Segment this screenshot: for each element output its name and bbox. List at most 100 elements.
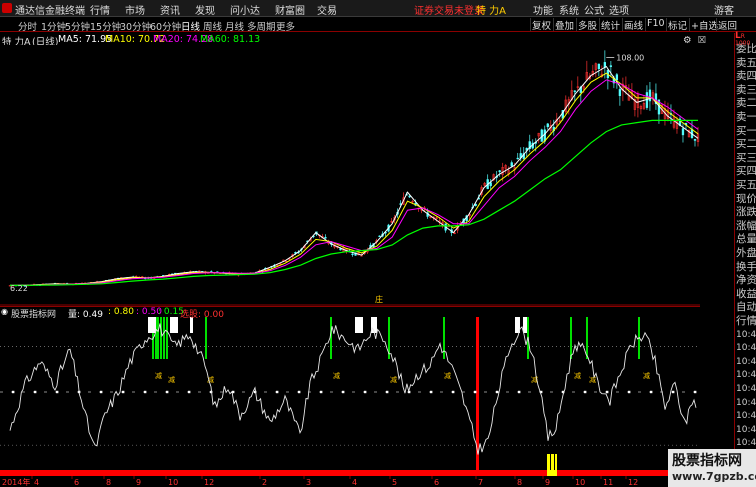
menu-options[interactable]: 选项 [609,2,629,17]
f10-button[interactable]: F10 [645,18,666,31]
panel-hint: LR 1000 [735,32,756,48]
level-dot [628,390,631,394]
low-label: 6.22 [10,284,28,293]
app-logo-icon [2,3,12,13]
buy-signal-bar [163,317,165,359]
date-tick-label: 7 [478,478,483,487]
signal-label: 减 [643,371,650,380]
tab-multi-period[interactable]: 多周期 [247,19,276,33]
level-dot [430,390,433,394]
level-dot [474,390,477,394]
signal-label: 减 [168,375,175,384]
menu-ask-xiaoda[interactable]: 问小达 [230,2,260,17]
quote-panel-item: 换手 [736,260,756,273]
buy-signal-bar [570,317,572,359]
buy-signal-bar [166,317,168,359]
menu-trade[interactable]: 交易 [317,2,337,17]
menu-market[interactable]: 市场 [125,2,145,17]
multi-stock-button[interactable]: 多股 [576,18,598,32]
menu-wealth-circle[interactable]: 财富圈 [275,2,305,17]
date-tick-label: 9 [545,478,550,487]
menu-news[interactable]: 资讯 [160,2,180,17]
draw-line-button[interactable]: 画线 [622,18,644,32]
quote-panel-item: 收益 [736,287,756,300]
signal-label: 减 [444,371,451,380]
indicator-name[interactable]: 股票指标网 [11,307,56,320]
tab-5min[interactable]: 5分钟 [65,19,90,33]
candle-body [693,138,697,141]
tab-more[interactable]: 更多 [276,19,295,33]
candle-body [573,90,576,92]
indicator-background [0,306,700,476]
indicator-field-select: 选股: 0.00 [180,310,224,320]
high-label: 108.00 [616,53,644,62]
signal-block [523,317,527,333]
candle-body [597,63,601,69]
tab-weekly[interactable]: 周线 [203,19,222,33]
back-button[interactable]: 返回 [716,18,738,32]
candle-body [618,89,622,96]
menu-discover[interactable]: 发现 [195,2,215,17]
quote-panel-item: 外盘 [736,247,756,259]
date-tick-label: 11 [603,478,613,487]
tab-monthly[interactable]: 月线 [225,19,244,33]
buy-signal-bar [586,317,588,359]
quote-panel-item: 买二 [736,138,756,151]
quote-panel-item: 买五 [736,179,756,191]
indicator-chart[interactable]: 减减减减减减减减减减 1.000.800.600.400.20 [0,306,700,476]
quote-panel-item: 涨跌 [736,206,756,219]
candle-body [681,128,685,136]
level-dot [276,390,279,394]
date-tick-label: 12 [204,478,214,487]
overlay-button[interactable]: 叠加 [553,18,575,32]
signal-label: 减 [390,375,397,384]
level-dot [364,390,367,394]
signal-label: 减 [589,375,596,384]
guest-label[interactable]: 游客 [714,2,734,17]
indicator-grid [0,306,700,476]
quote-panel-item: 净资 [736,274,756,287]
tab-1min[interactable]: 1分钟 [41,19,66,33]
menu-quotes[interactable]: 行情 [90,2,110,17]
candle-body [615,74,619,81]
menu-system[interactable]: 系统 [559,2,579,17]
level-dot [188,390,191,394]
quote-panel-item: 10:41 [736,397,756,408]
quote-panel-item: 行情 [736,315,756,327]
signal-block [170,317,178,333]
indicator-menu-icon[interactable]: ◉ [1,307,8,316]
indicator-field-volume: 量: 0.49 [68,310,103,320]
quote-panel-item: 卖五 [736,56,756,69]
statistics-button[interactable]: 统计 [599,18,621,32]
level-dot [606,390,609,394]
mark-button[interactable]: 标记 [666,18,688,32]
candle-body [516,157,519,160]
quote-panel-item: 卖二 [736,97,756,110]
signal-label: 减 [155,371,162,380]
tab-intraday[interactable]: 分时 [18,19,37,33]
tab-daily[interactable]: 日线 [181,19,200,33]
add-favorite-button[interactable]: +自选 [689,18,719,32]
menu-functions[interactable]: 功能 [533,2,553,17]
restore-rights-button[interactable]: 复权 [530,18,552,32]
level-dot [518,390,521,394]
price-grid [0,45,700,306]
quote-panel-item: 卖一 [736,111,756,123]
candle-body [609,65,613,67]
quote-panel-item: 涨幅 [736,219,756,232]
quote-panel-item: 自动 [736,301,756,314]
menu-formula[interactable]: 公式 [584,2,604,17]
signal-block [355,317,363,333]
tab-15min[interactable]: 15分钟 [90,19,121,33]
date-tick-label: 8 [106,478,111,487]
tab-60min[interactable]: 60分钟 [150,19,181,33]
quote-panel-item: 10:40 [736,343,756,354]
quote-panel-item: 卖四 [736,70,756,83]
quote-panel: 委比 卖五 卖四 卖三 卖二 卖一 买一 买二 买三 买四 买五 现价 涨跌 涨幅 总量 外盘 换手 净资 收益 自动… [734,33,756,487]
tab-30min[interactable]: 30分钟 [120,19,151,33]
price-chart[interactable]: 100.090.080.070.060.050.040.030.020.010.… [0,45,700,306]
quote-panel-item: 10:40 [736,356,756,367]
quote-panel-item: 现价 [736,192,756,205]
candle-body [489,182,492,187]
date-tick-label: 6 [74,478,79,487]
